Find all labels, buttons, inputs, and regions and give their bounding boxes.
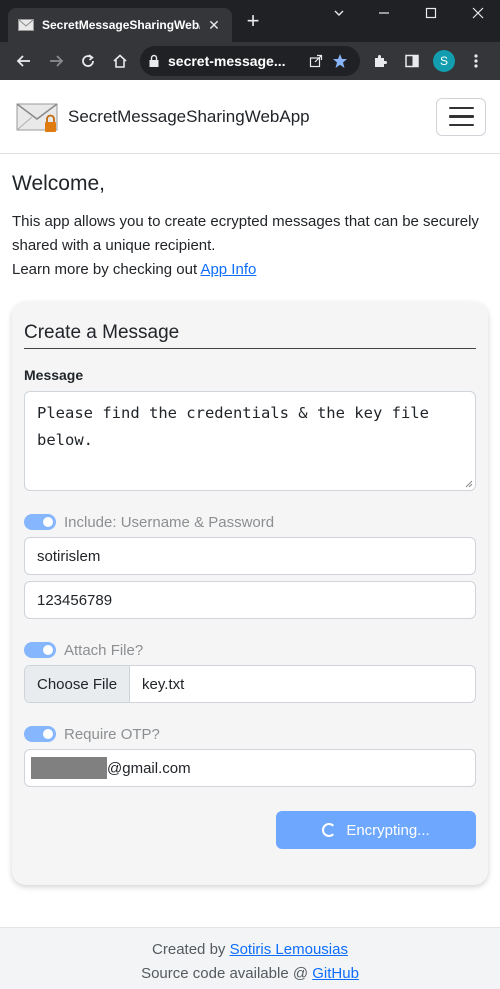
tab-close-icon[interactable]: ✕ xyxy=(206,17,222,34)
forward-icon[interactable] xyxy=(40,45,72,77)
password-input[interactable]: 123456789 xyxy=(24,581,476,619)
browser-tab[interactable]: SecretMessageSharingWeb/ ✕ xyxy=(8,8,232,42)
maximize-icon[interactable] xyxy=(417,6,445,24)
credentials-toggle-row: Include: Username & Password xyxy=(24,513,476,531)
hamburger-line xyxy=(448,123,474,127)
github-link[interactable]: GitHub xyxy=(312,965,359,982)
file-toggle-switch[interactable] xyxy=(24,642,56,658)
footer-credit: Created by Sotiris Lemousias xyxy=(0,938,500,962)
file-input[interactable]: Choose File key.txt xyxy=(24,665,476,703)
url-text: secret-message... xyxy=(168,53,286,69)
card-title: Create a Message xyxy=(24,322,476,349)
credentials-toggle-switch[interactable] xyxy=(24,514,56,530)
tab-search-icon[interactable] xyxy=(325,6,353,24)
hamburger-line xyxy=(448,115,474,118)
hamburger-line xyxy=(448,106,474,110)
brand-name[interactable]: SecretMessageSharingWebApp xyxy=(68,107,436,127)
choose-file-button[interactable]: Choose File xyxy=(25,666,131,702)
create-message-card: Create a Message Message Please find the… xyxy=(12,302,488,885)
resize-grip-icon[interactable] xyxy=(465,480,473,488)
browser-toolbar: secret-message... S xyxy=(0,42,500,80)
intro-learn-more: Learn more by checking out xyxy=(12,261,201,278)
profile-initial: S xyxy=(433,50,455,72)
new-tab-button[interactable]: + xyxy=(242,10,264,32)
footer-created-prefix: Created by xyxy=(152,941,230,958)
file-toggle-label: Attach File? xyxy=(64,641,144,659)
envelope-lock-logo-icon[interactable] xyxy=(16,101,60,133)
address-bar[interactable]: secret-message... xyxy=(140,46,360,76)
intro-description: This app allows you to create ecrypted m… xyxy=(12,213,479,254)
email-suffix: @gmail.com xyxy=(107,759,191,777)
message-value: Please find the credentials & the key fi… xyxy=(37,404,429,449)
credentials-toggle-label: Include: Username & Password xyxy=(64,513,275,531)
profile-avatar[interactable]: S xyxy=(428,45,460,77)
intro-text: This app allows you to create ecrypted m… xyxy=(12,210,488,282)
message-label: Message xyxy=(24,367,84,383)
browser-tabbar: SecretMessageSharingWeb/ ✕ + xyxy=(0,0,500,42)
app-info-link[interactable]: App Info xyxy=(200,261,256,278)
page-footer: Created by Sotiris Lemousias Source code… xyxy=(0,927,500,989)
lock-icon xyxy=(149,54,159,67)
message-textarea[interactable]: Please find the credentials & the key fi… xyxy=(24,391,476,491)
browser-menu-icon[interactable] xyxy=(460,45,492,77)
home-icon[interactable] xyxy=(104,45,136,77)
extensions-icon[interactable] xyxy=(364,45,396,77)
otp-toggle-label: Require OTP? xyxy=(64,725,160,743)
side-panel-icon[interactable] xyxy=(396,45,428,77)
otp-toggle-row: Require OTP? xyxy=(24,725,476,743)
mail-favicon-icon xyxy=(18,19,34,31)
bookmark-star-icon[interactable] xyxy=(328,53,352,69)
hamburger-menu-button[interactable] xyxy=(436,97,486,136)
username-value: sotirislem xyxy=(37,547,101,565)
otp-email-input[interactable]: @gmail.com xyxy=(24,749,476,787)
otp-toggle-switch[interactable] xyxy=(24,726,56,742)
author-link[interactable]: Sotiris Lemousias xyxy=(230,941,348,958)
username-input[interactable]: sotirislem xyxy=(24,537,476,575)
app-navbar: SecretMessageSharingWebApp xyxy=(0,80,500,154)
footer-source: Source code available @ GitHub xyxy=(0,962,500,986)
window-close-icon[interactable] xyxy=(464,6,492,24)
share-icon[interactable] xyxy=(304,54,328,68)
reload-icon[interactable] xyxy=(72,45,104,77)
minimize-icon[interactable] xyxy=(370,6,398,24)
encrypt-button[interactable]: Encrypting... xyxy=(276,811,476,849)
password-value: 123456789 xyxy=(37,591,113,609)
tab-title: SecretMessageSharingWeb/ xyxy=(42,18,200,32)
file-toggle-row: Attach File? xyxy=(24,641,476,659)
spinner-icon xyxy=(322,823,337,837)
footer-source-prefix: Source code available @ xyxy=(141,965,313,982)
main-content: Welcome, This app allows you to create e… xyxy=(0,154,500,885)
redacted-email-block xyxy=(31,757,107,779)
welcome-heading: Welcome, xyxy=(12,172,105,195)
submit-row: Encrypting... xyxy=(24,811,476,849)
file-name: key.txt xyxy=(142,675,185,693)
back-icon[interactable] xyxy=(8,45,40,77)
encrypt-button-label: Encrypting... xyxy=(346,821,430,839)
